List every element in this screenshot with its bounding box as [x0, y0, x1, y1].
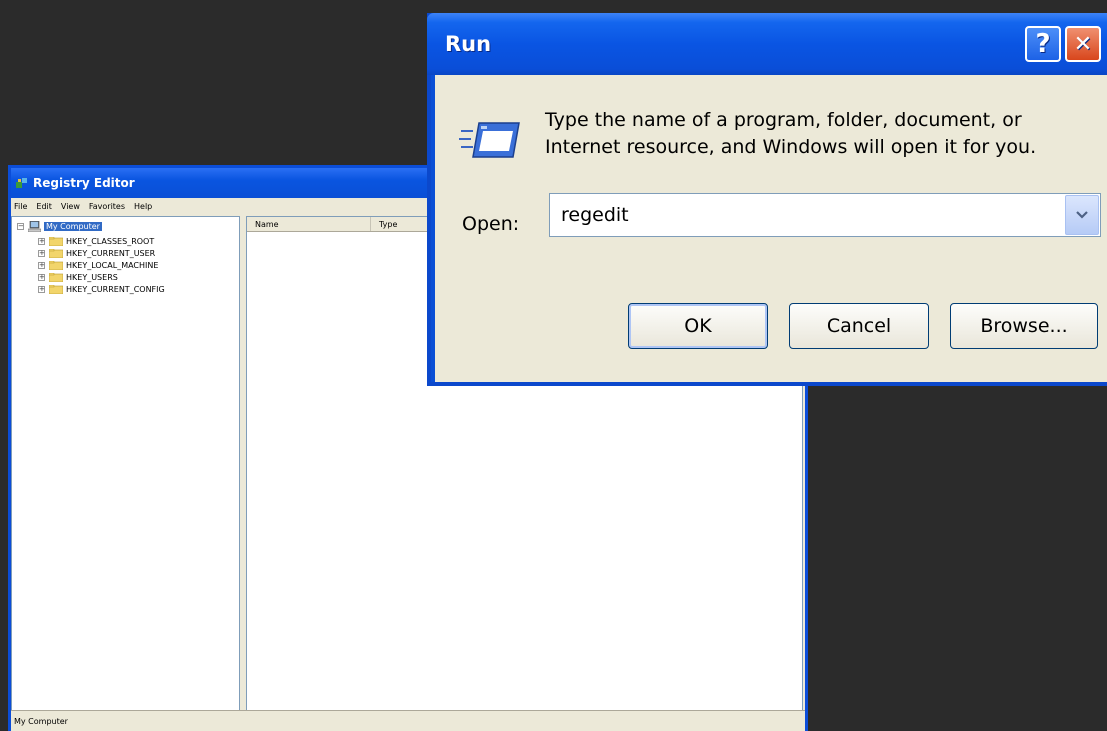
run-titlebar[interactable]: Run ? ✕ — [427, 13, 1107, 75]
menu-edit[interactable]: Edit — [36, 202, 52, 211]
folder-icon — [49, 261, 63, 270]
tree-item-hkcu[interactable]: + HKEY_CURRENT_USER — [38, 248, 155, 259]
expand-icon[interactable]: + — [38, 238, 45, 245]
tree-item-hkcr[interactable]: + HKEY_CLASSES_ROOT — [38, 236, 154, 247]
folder-icon — [49, 237, 63, 246]
help-icon: ? — [1035, 29, 1051, 59]
registry-editor-icon — [16, 178, 27, 188]
registry-tree[interactable]: − My Computer + HKEY_CLASSES_ROOT + HKEY… — [11, 216, 240, 711]
browse-button[interactable]: Browse... — [950, 303, 1098, 349]
run-title: Run — [445, 32, 492, 56]
close-button[interactable]: ✕ — [1065, 26, 1101, 62]
ok-button[interactable]: OK — [628, 303, 768, 349]
cancel-button[interactable]: Cancel — [789, 303, 929, 349]
close-icon: ✕ — [1073, 31, 1093, 57]
menu-help[interactable]: Help — [134, 202, 152, 211]
tree-item-label: HKEY_CURRENT_CONFIG — [66, 285, 165, 294]
tree-item-hklm[interactable]: + HKEY_LOCAL_MACHINE — [38, 260, 158, 271]
expand-icon[interactable]: + — [38, 250, 45, 257]
computer-icon — [28, 221, 41, 232]
help-button[interactable]: ? — [1025, 26, 1061, 62]
open-combobox[interactable]: regedit — [549, 193, 1101, 237]
expand-icon[interactable]: + — [38, 262, 45, 269]
description-line-1: Type the name of a program, folder, docu… — [545, 109, 1022, 131]
menu-favorites[interactable]: Favorites — [89, 202, 125, 211]
folder-icon — [49, 249, 63, 258]
run-body: Type the name of a program, folder, docu… — [435, 75, 1107, 382]
run-description: Type the name of a program, folder, docu… — [545, 107, 1036, 161]
chevron-down-icon — [1076, 211, 1088, 219]
expand-icon[interactable]: + — [38, 274, 45, 281]
open-input-value[interactable]: regedit — [561, 204, 629, 226]
menu-file[interactable]: File — [14, 202, 27, 211]
status-bar: My Computer — [11, 710, 805, 731]
dropdown-button[interactable] — [1065, 195, 1099, 235]
folder-icon — [49, 273, 63, 282]
description-line-2: Internet resource, and Windows will open… — [545, 136, 1037, 158]
run-program-icon — [459, 122, 520, 158]
open-label: Open: — [462, 213, 520, 235]
column-name[interactable]: Name — [247, 217, 371, 231]
tree-root[interactable]: − My Computer — [17, 221, 102, 232]
tree-item-label: HKEY_CURRENT_USER — [66, 249, 156, 258]
registry-editor-title: Registry Editor — [33, 176, 135, 190]
folder-icon — [49, 285, 63, 294]
expand-icon[interactable]: + — [38, 286, 45, 293]
tree-item-label: HKEY_LOCAL_MACHINE — [66, 261, 159, 270]
menu-view[interactable]: View — [61, 202, 80, 211]
tree-root-label: My Computer — [44, 222, 102, 231]
tree-item-hku[interactable]: + HKEY_USERS — [38, 272, 118, 283]
tree-item-hkcc[interactable]: + HKEY_CURRENT_CONFIG — [38, 284, 165, 295]
run-dialog: Run ? ✕ Type the name of a program, fold… — [427, 13, 1107, 386]
tree-item-label: HKEY_CLASSES_ROOT — [66, 237, 155, 246]
collapse-icon[interactable]: − — [17, 223, 24, 230]
tree-item-label: HKEY_USERS — [66, 273, 118, 282]
